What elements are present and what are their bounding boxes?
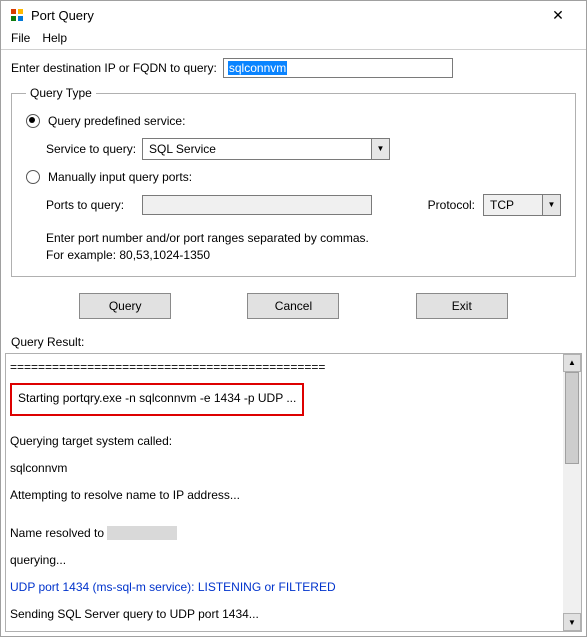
query-type-group: Query Type Query predefined service: Ser… <box>11 86 576 277</box>
service-dropdown-button[interactable]: ▼ <box>372 138 390 160</box>
result-line: Sending SQL Server query to UDP port 143… <box>10 605 559 624</box>
protocol-value: TCP <box>490 198 514 212</box>
result-listening-line: UDP port 1434 (ms-sql-m service): LISTEN… <box>10 578 559 597</box>
query-result-area: ========================================… <box>5 353 582 632</box>
menu-file[interactable]: File <box>11 31 30 45</box>
destination-input[interactable]: sqlconnvm <box>223 58 453 78</box>
window-title: Port Query <box>31 8 94 23</box>
menu-help[interactable]: Help <box>42 31 67 45</box>
query-button[interactable]: Query <box>79 293 171 319</box>
result-line: Attempting to resolve name to IP address… <box>10 486 559 505</box>
scroll-thumb[interactable] <box>565 372 579 464</box>
protocol-dropdown-button[interactable]: ▼ <box>543 194 561 216</box>
scroll-down-button[interactable]: ▼ <box>563 613 581 631</box>
cancel-button[interactable]: Cancel <box>247 293 339 319</box>
app-window: Port Query ✕ File Help Enter destination… <box>0 0 587 637</box>
destination-value: sqlconnvm <box>228 61 287 75</box>
result-separator: ========================================… <box>10 358 559 377</box>
app-icon <box>9 7 25 23</box>
close-icon: ✕ <box>552 7 564 24</box>
service-value: SQL Service <box>149 142 216 156</box>
redacted-ip <box>107 526 177 540</box>
chevron-down-icon: ▼ <box>377 145 385 153</box>
highlight-starting: Starting portqry.exe -n sqlconnvm -e 143… <box>10 383 304 416</box>
radio-manual-ports[interactable] <box>26 170 40 184</box>
scroll-track[interactable] <box>563 372 581 613</box>
menubar: File Help <box>1 29 586 50</box>
destination-label: Enter destination IP or FQDN to query: <box>11 61 217 75</box>
query-result-label: Query Result: <box>1 331 586 353</box>
ports-hint: Enter port number and/or port ranges sep… <box>46 230 561 264</box>
result-name-resolved: Name resolved to <box>10 524 559 543</box>
chevron-down-icon: ▼ <box>548 201 556 209</box>
service-combobox[interactable]: SQL Service ▼ <box>142 138 390 160</box>
chevron-down-icon: ▼ <box>568 618 576 627</box>
protocol-combobox[interactable]: TCP ▼ <box>483 194 561 216</box>
result-scrollbar[interactable]: ▲ ▼ <box>563 354 581 631</box>
result-target: sqlconnvm <box>10 459 559 478</box>
radio-predefined-label: Query predefined service: <box>48 114 185 128</box>
radio-predefined-service[interactable] <box>26 114 40 128</box>
query-type-legend: Query Type <box>26 86 96 100</box>
exit-button[interactable]: Exit <box>416 293 508 319</box>
ports-to-query-label: Ports to query: <box>46 198 134 212</box>
radio-manual-label: Manually input query ports: <box>48 170 192 184</box>
result-line: Querying target system called: <box>10 432 559 451</box>
window-close-button[interactable]: ✕ <box>538 1 578 29</box>
scroll-up-button[interactable]: ▲ <box>563 354 581 372</box>
protocol-label: Protocol: <box>428 198 475 212</box>
ports-to-query-input[interactable] <box>142 195 372 215</box>
result-line: querying... <box>10 551 559 570</box>
query-result-text[interactable]: ========================================… <box>6 354 563 631</box>
chevron-up-icon: ▲ <box>568 358 576 367</box>
titlebar: Port Query ✕ <box>1 1 586 29</box>
service-to-query-label: Service to query: <box>46 142 142 156</box>
